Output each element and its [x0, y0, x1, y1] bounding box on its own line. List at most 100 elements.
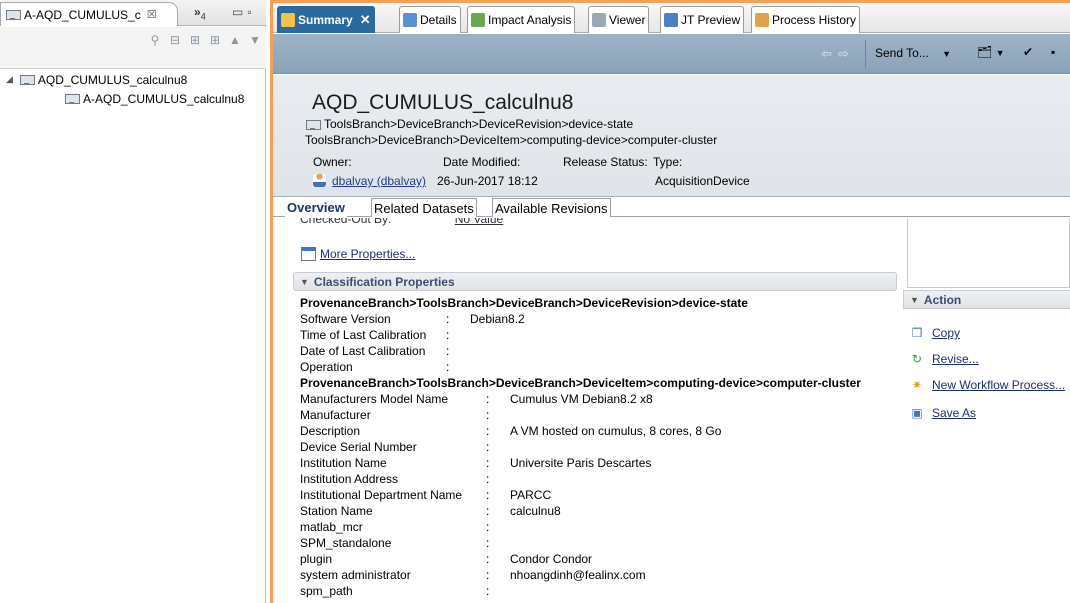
subtab-related-datasets[interactable]: Related Datasets: [371, 198, 477, 217]
copy-link[interactable]: Copy: [932, 326, 960, 340]
navigator-tab[interactable]: A-AQD_CUMULUS_c ☒: [0, 2, 178, 26]
maximize-icon[interactable]: ▫: [247, 5, 255, 19]
overflow-count: 4: [200, 11, 206, 22]
close-icon[interactable]: ✕: [360, 12, 371, 28]
property-value: Debian8.2: [470, 312, 525, 326]
chevron-overflow-icon: »: [194, 5, 201, 19]
owner-value[interactable]: dbalvay (dbalvay): [313, 174, 426, 188]
collapse-all-icon[interactable]: ⊟: [168, 33, 182, 47]
more-properties-row[interactable]: More Properties...: [301, 247, 415, 261]
property-colon: :: [446, 344, 450, 358]
close-icon[interactable]: ☒: [147, 8, 157, 21]
overview-content: Checked-Out By: No Value More Properties…: [273, 218, 1070, 603]
subtab-overview[interactable]: Overview: [285, 198, 347, 217]
history-icon: [755, 13, 769, 27]
properties-icon: [301, 247, 316, 261]
checked-out-value[interactable]: No Value: [455, 218, 503, 226]
move-down-icon[interactable]: ▼: [248, 33, 262, 47]
impact-icon: [471, 13, 485, 27]
device-icon: [5, 9, 21, 20]
property-name: Institution Name: [300, 456, 387, 470]
more-properties-link[interactable]: More Properties...: [320, 247, 415, 261]
twisty-expanded-icon[interactable]: ▼: [300, 277, 309, 287]
owner-link[interactable]: dbalvay (dbalvay): [332, 174, 426, 188]
property-colon: :: [486, 536, 490, 550]
more-tools-icon[interactable]: ▪: [1051, 45, 1055, 59]
property-name: Station Name: [300, 504, 373, 518]
new-workflow-link[interactable]: New Workflow Process...: [932, 378, 1065, 392]
property-name: Software Version: [300, 312, 391, 326]
navigator-tabbar: A-AQD_CUMULUS_c ☒ »4 ▭▫: [0, 0, 266, 26]
details-icon: [403, 13, 417, 27]
action-new-workflow[interactable]: ✷ New Workflow Process...: [910, 378, 1065, 392]
property-name: spm_path: [300, 584, 353, 598]
expand-icon[interactable]: ⊞: [208, 33, 222, 47]
tree-node-root[interactable]: ◢ AQD_CUMULUS_calculnu8: [0, 70, 266, 89]
date-modified-label: Date Modified:: [443, 155, 521, 169]
minimize-maximize-controls[interactable]: ▭▫: [232, 5, 256, 19]
paste-icon[interactable]: 🗂 ▼: [977, 45, 1005, 59]
tab-details[interactable]: Details: [399, 6, 461, 33]
property-value: Condor Condor: [510, 552, 593, 566]
property-colon: :: [446, 328, 450, 342]
navigator-tree: ◢ AQD_CUMULUS_calculnu8 A-AQD_CUMULUS_ca…: [0, 70, 266, 108]
tab-process-history[interactable]: Process History: [751, 6, 861, 33]
owner-label: Owner:: [313, 155, 352, 169]
action-save-as[interactable]: ▣ Save As: [910, 406, 976, 420]
workflow-icon: ✷: [911, 378, 923, 392]
tab-summary[interactable]: Summary ✕: [277, 6, 375, 33]
action-revise[interactable]: ↻ Revise...: [910, 352, 979, 366]
revise-link[interactable]: Revise...: [932, 352, 979, 366]
property-name: plugin: [300, 552, 333, 566]
send-to-button[interactable]: Send To... ▼: [875, 46, 951, 60]
action-title: Action: [923, 292, 962, 307]
property-name: matlab_mcr: [300, 520, 363, 534]
tab-viewer[interactable]: Viewer: [588, 6, 650, 33]
property-colon: :: [446, 312, 450, 326]
editor-tabbar: Summary ✕ Details Impact Analysis Viewer…: [273, 3, 1070, 33]
revise-icon: ↻: [911, 352, 923, 366]
property-colon: :: [486, 520, 490, 534]
property-name: Operation: [300, 360, 353, 374]
dropdown-arrow-icon[interactable]: ▼: [942, 49, 951, 59]
move-up-icon[interactable]: ▲: [228, 33, 242, 47]
checked-out-row: Checked-Out By: No Value: [300, 218, 503, 226]
path-text: ToolsBranch>DeviceBranch>DeviceRevision>…: [324, 117, 634, 131]
search-icon[interactable]: ⚲: [148, 33, 162, 47]
property-value: Cumulus VM Debian8.2 x8: [510, 392, 653, 406]
user-icon: [313, 174, 326, 187]
type-value: AcquisitionDevice: [655, 174, 750, 188]
property-value: calculnu8: [510, 504, 561, 518]
subtab-available-revisions[interactable]: Available Revisions: [492, 198, 611, 217]
expand-all-icon[interactable]: ⊞: [188, 33, 202, 47]
overview-subtabs: Overview Related Datasets Available Revi…: [273, 198, 1070, 217]
classification-path-a: ProvenanceBranch>ToolsBranch>DeviceBranc…: [300, 296, 748, 310]
tab-label: Viewer: [609, 13, 646, 27]
minimize-icon[interactable]: ▭: [232, 5, 247, 19]
object-header: AQD_CUMULUS_calculnu8 ToolsBranch>Device…: [273, 75, 1070, 197]
tab-jt-preview[interactable]: JT Preview: [660, 6, 745, 33]
forward-arrow-icon[interactable]: ⇨: [838, 46, 855, 61]
twisty-expanded-icon[interactable]: ▼: [910, 295, 919, 305]
device-icon: [19, 74, 35, 85]
navigation-arrows: ⇦⇨: [821, 46, 855, 62]
send-to-label: Send To...: [875, 46, 929, 60]
tab-overflow-button[interactable]: »4: [194, 5, 206, 21]
save-as-link[interactable]: Save As: [932, 406, 976, 420]
action-copy[interactable]: ❐ Copy: [910, 326, 960, 340]
tab-impact-analysis[interactable]: Impact Analysis: [467, 6, 576, 33]
device-icon: [64, 93, 80, 104]
checkmark-icon[interactable]: ✔: [1023, 45, 1033, 59]
tree-node-child[interactable]: A-AQD_CUMULUS_calculnu8: [0, 89, 266, 108]
navigator-tab-label: A-AQD_CUMULUS_c: [24, 7, 141, 22]
editor-area: Summary ✕ Details Impact Analysis Viewer…: [270, 0, 1070, 603]
back-arrow-icon[interactable]: ⇦: [821, 46, 838, 61]
action-section-header[interactable]: ▼ Action: [903, 290, 1070, 309]
twisty-expanded-icon[interactable]: ◢: [6, 74, 13, 85]
type-label: Type:: [653, 155, 683, 169]
classification-section-header[interactable]: ▼ Classification Properties: [293, 272, 897, 291]
classification-path-2: ToolsBranch>DeviceBranch>DeviceItem>comp…: [305, 133, 718, 147]
property-name: Device Serial Number: [300, 440, 417, 454]
device-icon: [305, 119, 321, 130]
property-name: Institution Address: [300, 472, 399, 486]
